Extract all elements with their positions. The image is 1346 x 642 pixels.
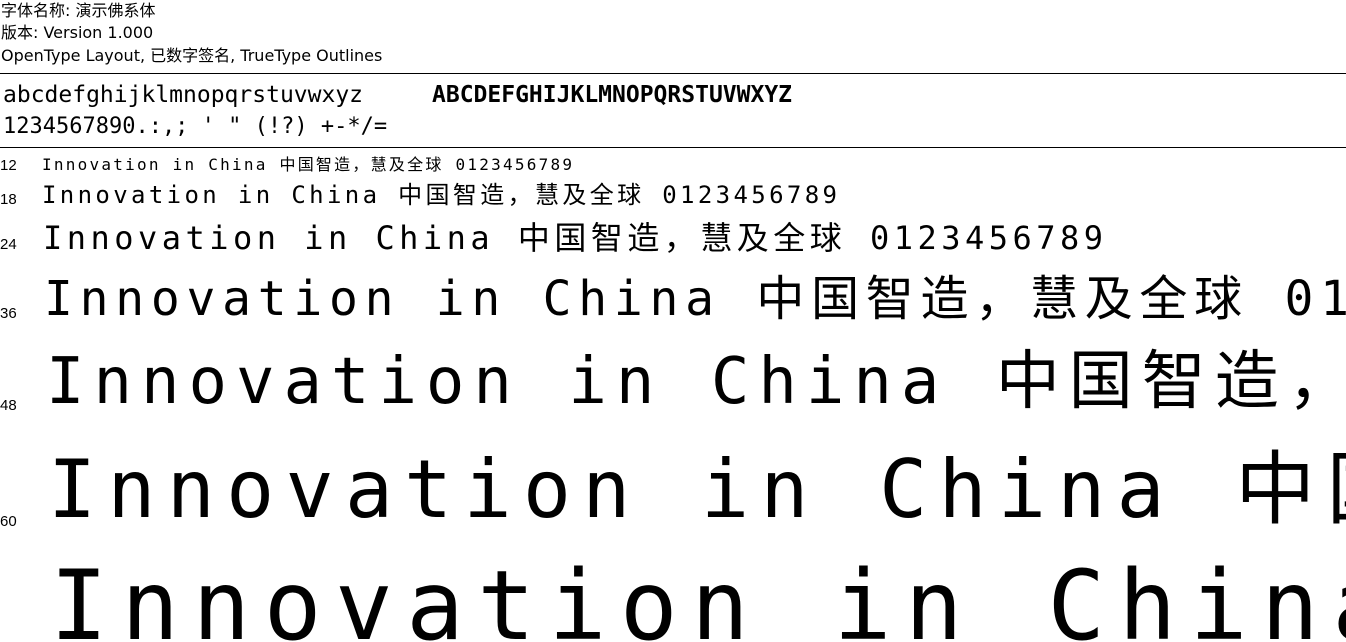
- sample-row-18: 18 Innovation in China 中国智造，慧及全球 0123456…: [0, 178, 1346, 214]
- sample-text: Innovation in China 中国智造，慧及全球 0123456789: [43, 219, 1108, 257]
- sample-row-48: 48 Innovation in China 中国智造，慧及全球 0123456…: [0, 342, 1346, 442]
- size-label: 36: [0, 305, 17, 322]
- font-name-line: 字体名称: 演示佛系体: [1, 1, 156, 20]
- features-line: OpenType Layout, 已数字签名, TrueType Outline…: [1, 46, 383, 65]
- size-label: 12: [0, 157, 17, 174]
- sample-row-72: Innovation in China 中国智造，慧及全球 0123456789: [0, 560, 1346, 642]
- sample-text: Innovation in China 中国智造，慧及全球 0123456789: [44, 271, 1346, 327]
- size-label: 60: [0, 513, 17, 530]
- charset-lowercase: abcdefghijklmnopqrstuvwxyz: [3, 82, 364, 108]
- sample-row-60: 60 Innovation in China 中国智造，慧及全球 0123456…: [0, 442, 1346, 560]
- charset-digits-symbols: 1234567890.:,; ' " (!?) +-*/=: [3, 114, 388, 139]
- sample-text: Innovation in China 中国智造，慧及全球 0123456789: [42, 155, 575, 174]
- sample-row-36: 36 Innovation in China 中国智造，慧及全球 0123456…: [0, 266, 1346, 342]
- sample-text: Innovation in China 中国智造，慧及全球 0123456789: [48, 443, 1346, 536]
- divider: [0, 147, 1346, 148]
- size-label: 18: [0, 191, 17, 208]
- size-label: 48: [0, 397, 17, 414]
- size-label: 24: [0, 236, 17, 253]
- sample-row-12: 12 Innovation in China 中国智造，慧及全球 0123456…: [0, 152, 1346, 178]
- charset-uppercase: ABCDEFGHIJKLMNOPQRSTUVWXYZ: [432, 82, 793, 108]
- divider: [0, 73, 1346, 74]
- sample-row-24: 24 Innovation in China 中国智造，慧及全球 0123456…: [0, 214, 1346, 266]
- sample-text: Innovation in China 中国智造，慧及全球 0123456789: [42, 181, 841, 209]
- sample-text: Innovation in China 中国智造，慧及全球 0123456789: [46, 345, 1346, 419]
- sample-text: Innovation in China 中国智造，慧及全球 0123456789: [50, 560, 1346, 642]
- version-line: 版本: Version 1.000: [1, 23, 154, 42]
